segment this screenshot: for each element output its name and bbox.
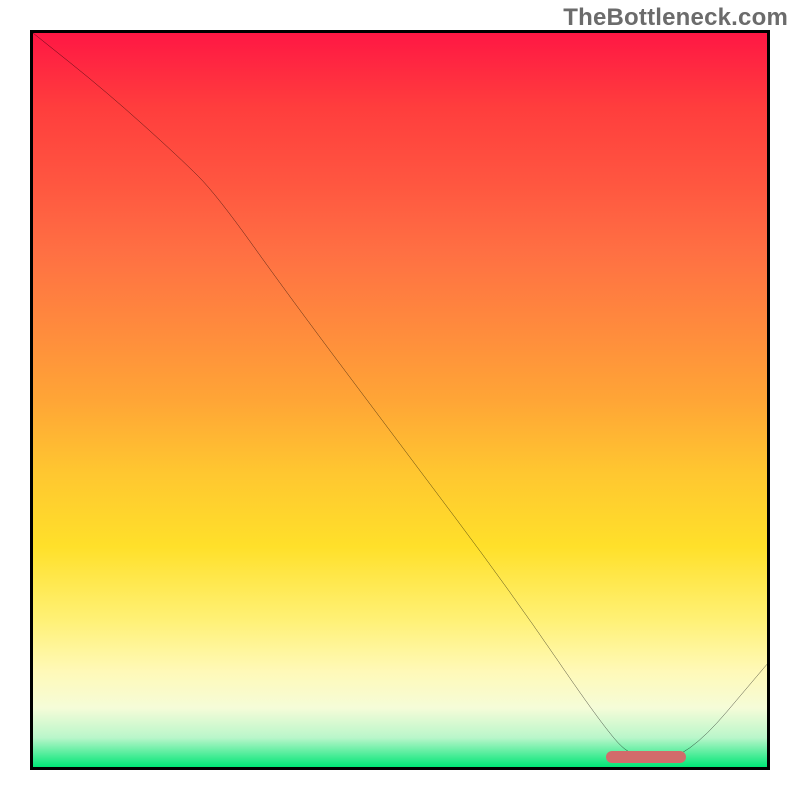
watermark-text: TheBottleneck.com: [563, 4, 788, 32]
curve-svg: [33, 33, 767, 767]
chart-frame: [30, 30, 770, 770]
bottleneck-curve: [33, 33, 767, 760]
plot-area: [33, 33, 767, 767]
optimal-range-marker: [606, 751, 687, 763]
